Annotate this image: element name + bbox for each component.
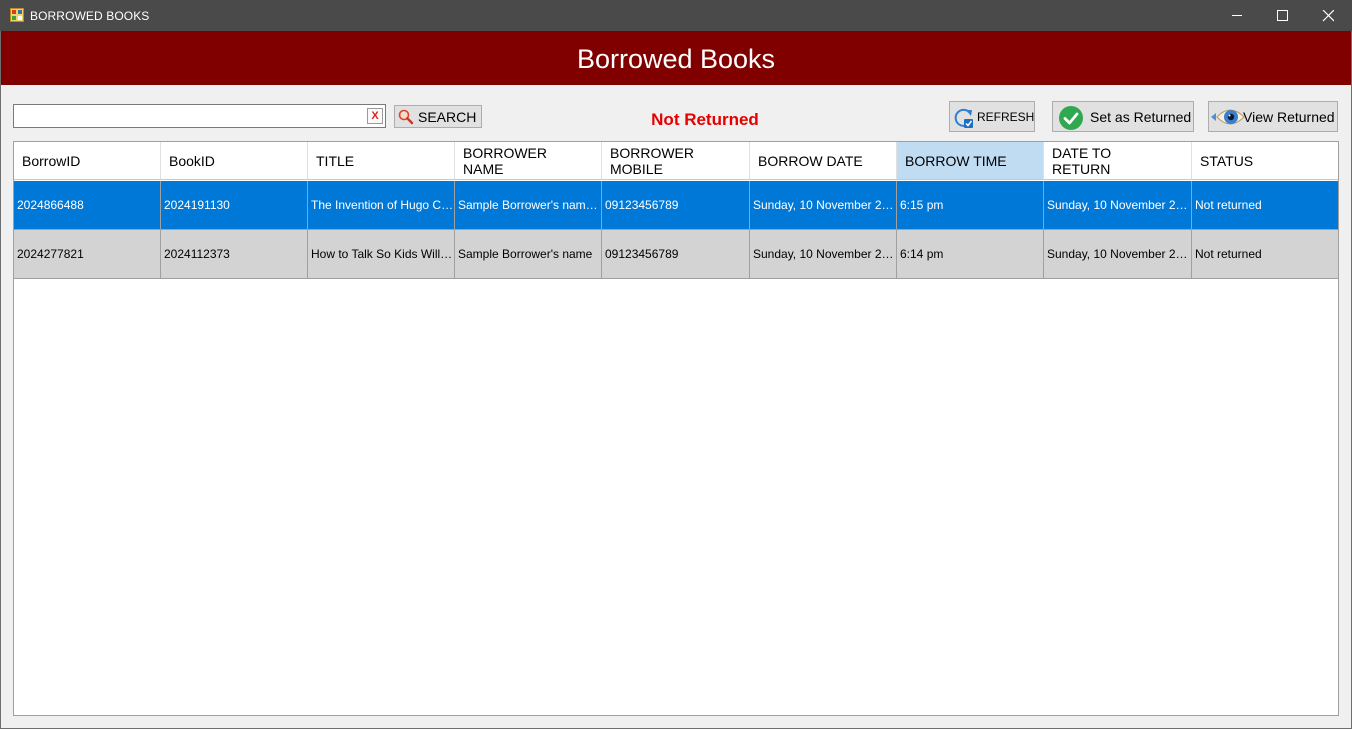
- refresh-button[interactable]: REFRESH: [949, 101, 1035, 132]
- borrowed-books-table[interactable]: BorrowID BookID TITLE BORROWER NAME BORR…: [13, 141, 1339, 716]
- table-row[interactable]: 2024866488 2024191130 The Invention of H…: [14, 181, 1338, 230]
- cell-book-id[interactable]: 2024112373: [161, 230, 308, 279]
- checkmark-icon: [1059, 106, 1083, 130]
- search-input[interactable]: X: [13, 104, 386, 128]
- table-row[interactable]: 2024277821 2024112373 How to Talk So Kid…: [14, 230, 1338, 279]
- refresh-button-label: REFRESH: [977, 110, 1035, 124]
- clear-search-button[interactable]: X: [367, 108, 383, 124]
- view-returned-label: View Returned: [1243, 109, 1335, 125]
- column-header-borrower-mobile[interactable]: BORROWER MOBILE: [602, 142, 750, 180]
- column-header-borrow-id[interactable]: BorrowID: [14, 142, 161, 180]
- column-header-borrow-date[interactable]: BORROW DATE: [750, 142, 897, 180]
- column-header-status[interactable]: STATUS: [1192, 142, 1338, 180]
- status-filter-label: Not Returned: [651, 110, 759, 129]
- cell-borrower-mobile[interactable]: 09123456789: [602, 181, 750, 230]
- table-header: BorrowID BookID TITLE BORROWER NAME BORR…: [14, 142, 1338, 181]
- minimize-icon: [1232, 15, 1242, 16]
- cell-book-id[interactable]: 2024191130: [161, 181, 308, 230]
- column-header-title[interactable]: TITLE: [308, 142, 455, 180]
- column-header-borrower-name[interactable]: BORROWER NAME: [455, 142, 602, 180]
- column-header-book-id[interactable]: BookID: [161, 142, 308, 180]
- cell-borrow-id[interactable]: 2024277821: [14, 230, 161, 279]
- window-title: BORROWED BOOKS: [30, 9, 150, 23]
- refresh-icon: [954, 108, 973, 128]
- cell-borrower-name[interactable]: Sample Borrower's name 2: [455, 181, 602, 230]
- cell-borrow-date[interactable]: Sunday, 10 November 2024: [750, 230, 897, 279]
- view-returned-button[interactable]: View Returned: [1208, 101, 1338, 132]
- minimize-button[interactable]: [1214, 0, 1260, 31]
- maximize-button[interactable]: [1259, 0, 1305, 31]
- cell-borrow-time[interactable]: 6:14 pm: [897, 230, 1044, 279]
- set-as-returned-button[interactable]: Set as Returned: [1052, 101, 1194, 132]
- search-icon: [398, 109, 414, 125]
- cell-borrow-time[interactable]: 6:15 pm: [897, 181, 1044, 230]
- cell-borrow-id[interactable]: 2024866488: [14, 181, 161, 230]
- cell-title[interactable]: How to Talk So Kids Will Li...: [308, 230, 455, 279]
- title-bar: BORROWED BOOKS: [0, 0, 1352, 31]
- cell-date-to-return[interactable]: Sunday, 10 November 2024: [1044, 181, 1192, 230]
- close-button[interactable]: [1305, 0, 1351, 31]
- cell-date-to-return[interactable]: Sunday, 10 November 2024: [1044, 230, 1192, 279]
- cell-status[interactable]: Not returned: [1192, 181, 1338, 230]
- cell-borrower-mobile[interactable]: 09123456789: [602, 230, 750, 279]
- maximize-icon: [1277, 10, 1288, 21]
- cell-title[interactable]: The Invention of Hugo Cab...: [308, 181, 455, 230]
- cell-borrower-name[interactable]: Sample Borrower's name: [455, 230, 602, 279]
- app-icon: [10, 8, 24, 22]
- search-button[interactable]: SEARCH: [394, 105, 482, 128]
- search-button-label: SEARCH: [418, 109, 477, 125]
- page-title: Borrowed Books: [1, 31, 1351, 85]
- cell-borrow-date[interactable]: Sunday, 10 November 2024: [750, 181, 897, 230]
- column-header-borrow-time[interactable]: BORROW TIME: [897, 142, 1044, 180]
- cell-status[interactable]: Not returned: [1192, 230, 1338, 279]
- set-as-returned-label: Set as Returned: [1090, 109, 1192, 125]
- close-icon: [1322, 10, 1334, 22]
- column-header-date-to-return[interactable]: DATE TO RETURN: [1044, 142, 1192, 180]
- eye-icon: [1211, 109, 1245, 125]
